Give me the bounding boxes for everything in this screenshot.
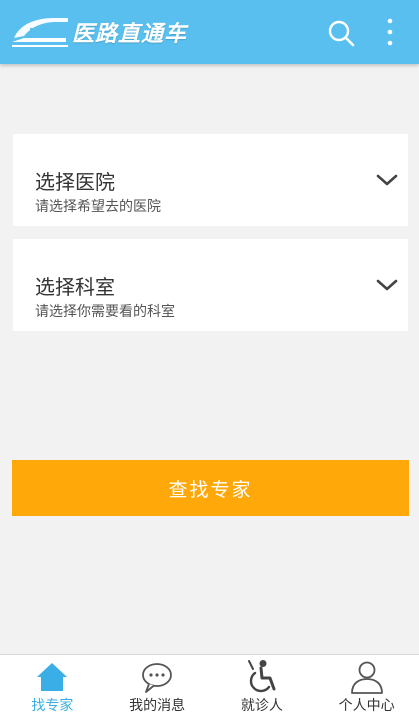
app-name: 医路直通车 bbox=[72, 22, 188, 47]
select-hospital-card[interactable]: 选择医院 请选择希望去的医院 bbox=[13, 134, 408, 226]
select-department-hint: 请选择你需要看的科室 bbox=[35, 304, 175, 320]
chevron-down-icon bbox=[376, 279, 398, 291]
home-icon bbox=[37, 663, 68, 691]
train-icon bbox=[12, 18, 68, 47]
select-department-title: 选择科室 bbox=[35, 275, 115, 299]
nav-label-messages: 我的消息 bbox=[129, 698, 186, 714]
nav-item-find-expert[interactable]: 找专家 bbox=[0, 655, 105, 715]
search-icon[interactable] bbox=[326, 18, 356, 48]
top-app-bar: 医路直通车 bbox=[0, 0, 419, 64]
wheelchair-icon bbox=[247, 660, 276, 693]
nav-label-find-expert: 找专家 bbox=[31, 698, 74, 714]
chat-bubble-icon bbox=[142, 663, 173, 693]
app-screen: 医路直通车 选择医院 请选择希望去的医院 选择科室 请选择你需要看的科室 查找专… bbox=[0, 0, 419, 715]
select-department-card[interactable]: 选择科室 请选择你需要看的科室 bbox=[13, 239, 408, 331]
chevron-down-icon bbox=[376, 174, 398, 186]
find-expert-button[interactable]: 查找专家 bbox=[12, 460, 409, 516]
select-hospital-hint: 请选择希望去的医院 bbox=[35, 199, 161, 215]
bottom-navigation: 找专家 我的消息 就诊人 个人中心 bbox=[0, 654, 419, 715]
nav-item-patients[interactable]: 就诊人 bbox=[210, 655, 315, 715]
more-vertical-icon[interactable] bbox=[380, 16, 400, 48]
nav-label-profile: 个人中心 bbox=[338, 698, 395, 714]
nav-item-profile[interactable]: 个人中心 bbox=[314, 655, 419, 715]
nav-item-messages[interactable]: 我的消息 bbox=[105, 655, 210, 715]
user-icon bbox=[350, 661, 383, 694]
nav-label-patients: 就诊人 bbox=[240, 698, 283, 714]
select-hospital-title: 选择医院 bbox=[35, 170, 115, 194]
app-logo: 医路直通车 bbox=[10, 10, 186, 54]
